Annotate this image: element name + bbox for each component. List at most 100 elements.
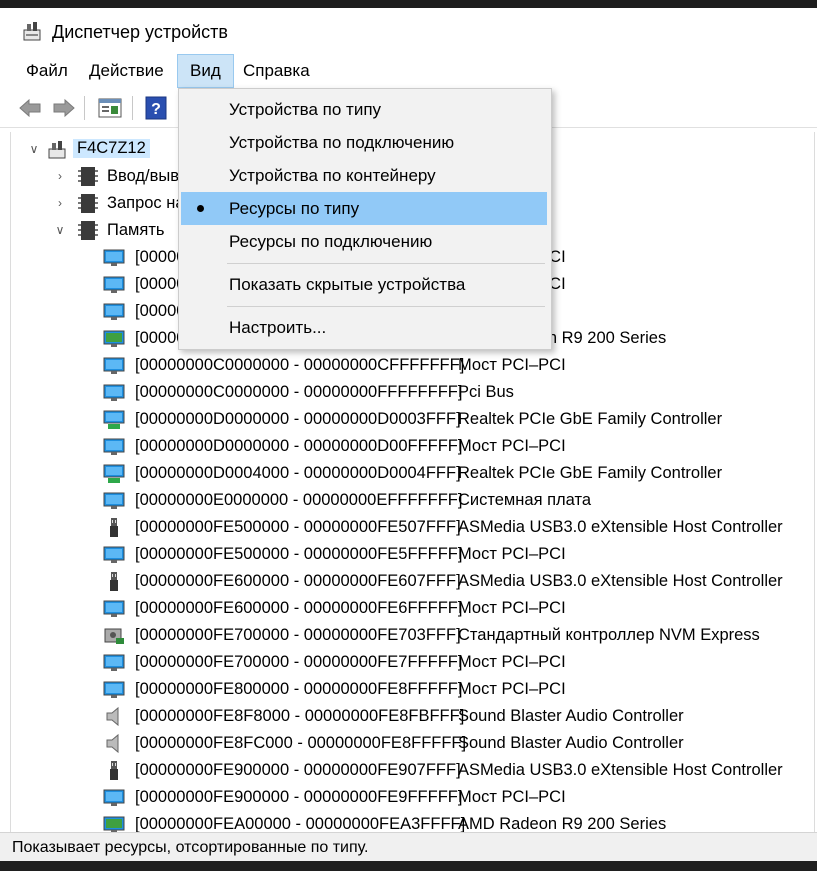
memory-resource-row[interactable]: [00000000D0000000 - 00000000D0003FFF] Rea… (11, 406, 814, 433)
memory-resource-label: [00000000D0000000 - 00000000D00FFFFF] (135, 437, 463, 455)
memory-resource-row[interactable]: [00000000FE800000 - 00000000FE8FFFFF] Мос… (11, 676, 814, 703)
memory-resource-row[interactable]: [00000000FE600000 - 00000000FE6FFFFF] Мос… (11, 595, 814, 622)
monitor-icon (103, 382, 125, 403)
memory-resource-label: [00000000C0000000 - 00000000CFFFFFFF] (135, 356, 465, 374)
network-icon (103, 409, 125, 430)
memory-resource-device: Мост PCI–PCI (458, 680, 566, 698)
memory-resource-label: [00000000FE600000 - 00000000FE6FFFFF] (135, 599, 463, 617)
view-menu-item[interactable]: Настроить... (181, 311, 547, 344)
usb-icon (103, 517, 125, 538)
status-text: Показывает ресурсы, отсортированные по т… (12, 839, 369, 856)
view-menu-item[interactable]: Ресурсы по подключению (181, 225, 547, 258)
memory-resource-device: Системная плата (458, 491, 592, 509)
chip-icon (77, 220, 99, 241)
memory-resource-row[interactable]: [00000000C0000000 - 00000000FFFFFFFF] Pci… (11, 379, 814, 406)
menu-file[interactable]: Файл (14, 54, 80, 88)
memory-resource-device: Мост PCI–PCI (458, 599, 566, 617)
memory-resource-label: [00000000FE500000 - 00000000FE5FFFFF] (135, 545, 463, 563)
memory-resource-label: [00000000FE800000 - 00000000FE8FFFFF] (135, 680, 463, 698)
memory-resource-label: [00000000FE8F8000 - 00000000FE8FBFFF] (135, 707, 465, 725)
memory-resource-device: Realtek PCIe GbE Family Controller (458, 410, 723, 428)
view-menu-item-selected[interactable]: Ресурсы по типу (181, 192, 547, 225)
usb-icon (103, 760, 125, 781)
properties-icon[interactable] (96, 94, 124, 122)
view-menu-item[interactable]: Устройства по подключению (181, 126, 547, 159)
chip-icon (77, 166, 99, 187)
title-bar[interactable]: Диспетчер устройств (0, 8, 817, 54)
menu-separator (227, 263, 545, 264)
tree-root-label: F4C7Z12 (73, 139, 150, 158)
view-menu-item-label: Устройства по подключению (229, 133, 455, 152)
view-menu-item[interactable]: Показать скрытые устройства (181, 268, 547, 301)
memory-resource-device: Realtek PCIe GbE Family Controller (458, 464, 723, 482)
monitor-icon (103, 544, 125, 565)
memory-resource-row[interactable]: [00000000C0000000 - 00000000CFFFFFFF] Мос… (11, 352, 814, 379)
desktop-top-strip (0, 0, 817, 8)
memory-resource-row[interactable]: [00000000FE700000 - 00000000FE7FFFFF] Мос… (11, 649, 814, 676)
memory-resource-row[interactable]: [00000000FE700000 - 00000000FE703FFF] Ста… (11, 622, 814, 649)
storage-icon (103, 625, 125, 646)
memory-resource-label: [00000000D0000000 - 00000000D0003FFF] (135, 410, 461, 428)
monitor-icon (103, 490, 125, 511)
menu-view[interactable]: Вид (177, 54, 234, 88)
view-menu-item-label: Показать скрытые устройства (229, 275, 466, 294)
menu-help[interactable]: Справка (231, 54, 322, 88)
chip-icon (77, 193, 99, 214)
memory-resource-label: [00000000FE600000 - 00000000FE607FFF] (135, 572, 461, 590)
memory-resource-row[interactable]: [00000000D0000000 - 00000000D00FFFFF] Мос… (11, 433, 814, 460)
memory-resource-device: Sound Blaster Audio Controller (458, 707, 684, 725)
help-icon[interactable]: ? (142, 94, 170, 122)
memory-resource-device: Мост PCI–PCI (458, 356, 566, 374)
memory-resource-row[interactable]: [00000000FE600000 - 00000000FE607FFF] ASM… (11, 568, 814, 595)
view-menu-item-label: Устройства по типу (229, 100, 382, 119)
menu-bar: Файл Действие Вид Справка (0, 54, 817, 88)
memory-resource-row[interactable]: [00000000FE500000 - 00000000FE507FFF] ASM… (11, 514, 814, 541)
memory-resource-device: ASMedia USB3.0 eXtensible Host Controlle… (458, 761, 783, 779)
svg-text:?: ? (151, 101, 161, 118)
memory-resource-row[interactable]: [00000000FEA00000 - 00000000FEA3FFFF] AMD… (11, 811, 814, 832)
memory-resource-label: [00000000D0004000 - 00000000D0004FFF] (135, 464, 461, 482)
memory-resource-label: [00000000E0000000 - 00000000EFFFFFFF] (135, 491, 463, 509)
computer-icon (47, 139, 69, 160)
memory-resource-row[interactable]: [00000000FE500000 - 00000000FE5FFFFF] Мос… (11, 541, 814, 568)
memory-resource-label: [00000000FE8FC000 - 00000000FE8FFFFF] (135, 734, 467, 752)
monitor-icon (103, 436, 125, 457)
expand-chevron-icon[interactable]: › (53, 169, 67, 183)
radio-bullet-icon (197, 205, 204, 212)
view-menu-dropdown: Устройства по типу Устройства по подключ… (178, 88, 552, 350)
memory-resource-row[interactable]: [00000000FE900000 - 00000000FE907FFF] ASM… (11, 757, 814, 784)
view-menu-item-label: Настроить... (229, 318, 327, 337)
menu-separator (227, 306, 545, 307)
view-menu-item[interactable]: Устройства по типу (181, 93, 547, 126)
forward-arrow-icon[interactable] (50, 94, 78, 122)
memory-resource-row[interactable]: [00000000D0004000 - 00000000D0004FFF] Rea… (11, 460, 814, 487)
memory-resource-device: Мост PCI–PCI (458, 788, 566, 806)
memory-resource-label: [00000000C0000000 - 00000000FFFFFFFF] (135, 383, 463, 401)
memory-resource-label: [00000000FE900000 - 00000000FE9FFFFF] (135, 788, 463, 806)
memory-resource-device: Sound Blaster Audio Controller (458, 734, 684, 752)
back-arrow-icon[interactable] (16, 94, 44, 122)
device-manager-icon (22, 20, 44, 42)
memory-resource-device: Pci Bus (458, 383, 514, 401)
memory-resource-row[interactable]: [00000000E0000000 - 00000000EFFFFFFF] Сис… (11, 487, 814, 514)
collapse-chevron-icon[interactable]: ∨ (27, 142, 41, 156)
menu-action[interactable]: Действие (77, 54, 176, 88)
memory-resource-row[interactable]: [00000000FE900000 - 00000000FE9FFFFF] Мос… (11, 784, 814, 811)
view-menu-item[interactable]: Устройства по контейнеру (181, 159, 547, 192)
expand-chevron-icon[interactable]: › (53, 196, 67, 210)
monitor-icon (103, 652, 125, 673)
memory-resource-label: [00000000FEA00000 - 00000000FEA3FFFF] (135, 815, 466, 832)
network-icon (103, 463, 125, 484)
speaker-icon (103, 733, 125, 754)
memory-resource-device: AMD Radeon R9 200 Series (458, 815, 667, 832)
memory-resource-device: Мост PCI–PCI (458, 437, 566, 455)
monitor-icon (103, 301, 125, 322)
monitor-icon (103, 274, 125, 295)
monitor-icon (103, 247, 125, 268)
memory-resource-row[interactable]: [00000000FE8FC000 - 00000000FE8FFFFF] Sou… (11, 730, 814, 757)
monitor-icon (103, 787, 125, 808)
view-menu-item-label: Ресурсы по подключению (229, 232, 433, 251)
memory-resource-label: [00000000FE700000 - 00000000FE7FFFFF] (135, 653, 463, 671)
memory-resource-row[interactable]: [00000000FE8F8000 - 00000000FE8FBFFF] Sou… (11, 703, 814, 730)
collapse-chevron-icon[interactable]: ∨ (53, 223, 67, 237)
